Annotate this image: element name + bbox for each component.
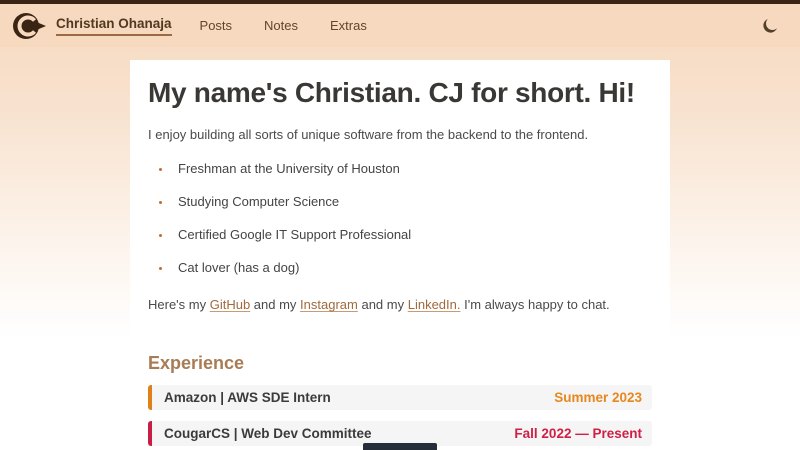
experience-heading: Experience	[148, 353, 652, 374]
intro-paragraph: I enjoy building all sorts of unique sof…	[148, 125, 652, 145]
experience-period: Fall 2022 — Present	[514, 426, 642, 441]
links-prefix: Here's my	[148, 297, 210, 312]
nav-item-extras[interactable]: Extras	[330, 18, 367, 33]
list-item: Cat lover (has a dog)	[172, 259, 652, 278]
linkedin-link[interactable]: LinkedIn.	[408, 297, 461, 312]
experience-title: CougarCS | Web Dev Committee	[164, 426, 372, 441]
navbar: Christian Ohanaja Posts Notes Extras	[0, 0, 800, 47]
list-item: Certified Google IT Support Professional	[172, 226, 652, 245]
main-content-card: My name's Christian. CJ for short. Hi! I…	[130, 60, 670, 450]
primary-nav: Posts Notes Extras	[200, 18, 367, 33]
theme-toggle-button[interactable]	[758, 14, 782, 38]
nav-item-posts[interactable]: Posts	[200, 18, 233, 33]
instagram-link[interactable]: Instagram	[300, 297, 358, 312]
experience-period: Summer 2023	[554, 390, 642, 405]
github-link[interactable]: GitHub	[210, 297, 250, 312]
links-mid1: and my	[250, 297, 300, 312]
brand-link[interactable]: Christian Ohanaja	[56, 16, 172, 36]
list-item: Studying Computer Science	[172, 193, 652, 212]
nav-item-notes[interactable]: Notes	[264, 18, 298, 33]
links-mid2: and my	[358, 297, 408, 312]
moon-icon	[760, 16, 780, 36]
footer-peek-bar	[363, 443, 437, 450]
experience-row-amazon: Amazon | AWS SDE Intern Summer 2023	[148, 385, 652, 410]
page-title: My name's Christian. CJ for short. Hi!	[148, 76, 652, 110]
site-logo-icon[interactable]	[12, 11, 46, 41]
social-links-paragraph: Here's my GitHub and my Instagram and my…	[148, 295, 652, 315]
list-item: Freshman at the University of Houston	[172, 160, 652, 179]
facts-list: Freshman at the University of Houston St…	[172, 160, 652, 277]
links-suffix: I'm always happy to chat.	[460, 297, 609, 312]
experience-title: Amazon | AWS SDE Intern	[164, 390, 331, 405]
